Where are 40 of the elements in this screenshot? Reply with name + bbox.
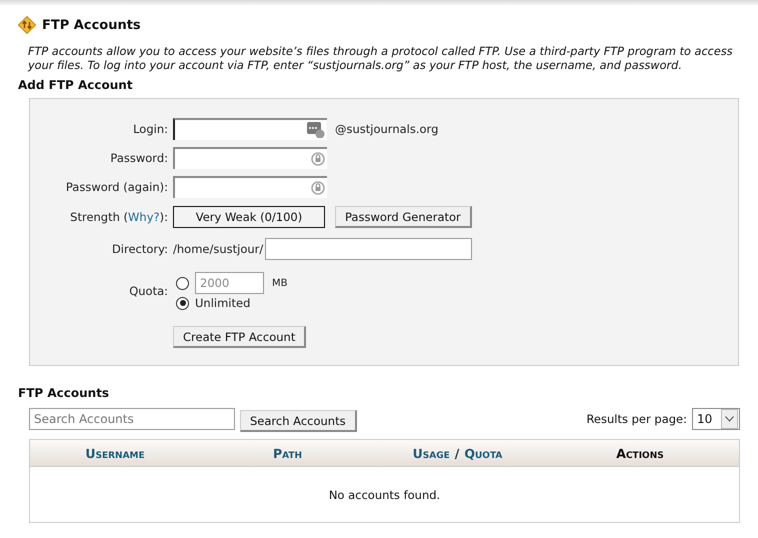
why-link[interactable]: Why?	[128, 210, 160, 224]
radio-button[interactable]	[176, 276, 189, 290]
sort-link[interactable]: Quota	[464, 446, 502, 460]
sort-link[interactable]: Path	[272, 446, 302, 460]
column-header: Actions	[616, 446, 664, 460]
field-label: Quota:	[129, 284, 168, 298]
field-label: Strength (Why?):	[70, 210, 168, 224]
option-label: Unlimited	[195, 296, 250, 310]
password-field[interactable]	[173, 146, 327, 168]
results-label: Results per page:	[586, 412, 687, 426]
search-button[interactable]: Search Accounts	[240, 410, 357, 432]
lock-icon[interactable]	[311, 180, 325, 196]
empty-message: No accounts found.	[328, 488, 440, 502]
password-field[interactable]	[173, 176, 327, 198]
results-per-page-dropdown[interactable]: 10	[692, 408, 740, 430]
separator-text: /	[454, 446, 460, 460]
field-label: Password (again):	[66, 180, 168, 194]
directory-field[interactable]	[265, 238, 472, 260]
keypad-icon[interactable]	[307, 122, 325, 138]
domain-suffix: @sustjournals.org	[335, 122, 438, 136]
lock-icon[interactable]	[311, 150, 325, 166]
section-heading: FTP Accounts	[18, 386, 110, 400]
unit-label: MB	[272, 278, 288, 288]
sort-link[interactable]: Usage	[412, 446, 450, 460]
transfer-arrows-icon	[18, 16, 36, 34]
login-field[interactable]	[173, 118, 327, 140]
radio-button[interactable]	[176, 296, 189, 310]
sort-link[interactable]: Username	[85, 446, 145, 460]
caret-icon[interactable]	[725, 416, 734, 422]
password-generator-button[interactable]: Password Generator	[335, 206, 472, 228]
field-label: Directory:	[112, 242, 168, 256]
strength-meter: Very Weak (0/100)	[173, 206, 325, 228]
directory-prefix: /home/sustjour/	[173, 242, 264, 256]
description-text: FTP accounts allow you to access your website’s files through a protocol called FTP. Use a third-party FTP program to access your files. To log into your account via FTP, enter “sustjournals.org” as your FTP host, the username, and password.	[28, 45, 734, 73]
field-label: Login:	[133, 122, 168, 136]
section-heading: Add FTP Account	[18, 78, 134, 92]
field-label: Password:	[110, 150, 168, 164]
search-field[interactable]: Search Accounts	[29, 408, 235, 430]
page-title: FTP Accounts	[42, 18, 141, 32]
create-account-button[interactable]: Create FTP Account	[173, 326, 306, 348]
